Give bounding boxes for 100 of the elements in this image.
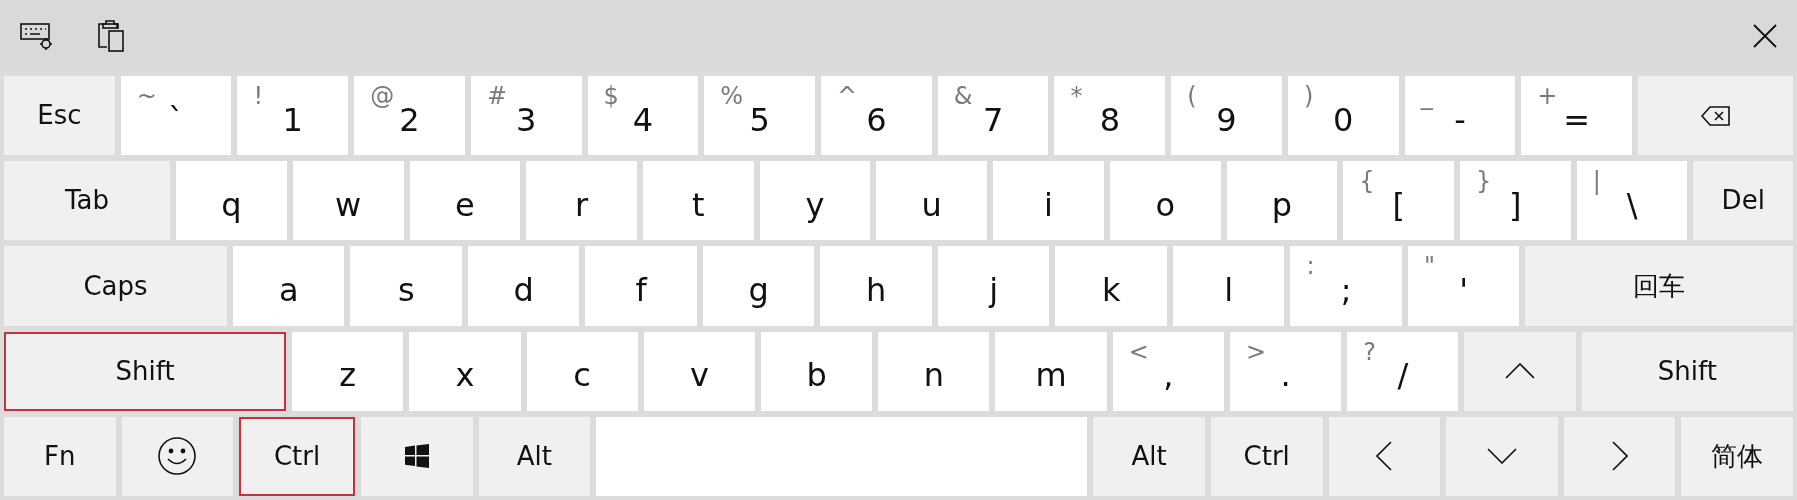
key[interactable]: 简体 (1681, 416, 1793, 496)
key-character: 1 (282, 99, 303, 136)
key-character: u (921, 184, 942, 221)
key[interactable]: + = (1521, 76, 1633, 156)
key[interactable]: Shift (4, 331, 287, 411)
key[interactable]: b (761, 331, 873, 411)
key[interactable]: ~ ` (120, 76, 232, 156)
chevron-up-icon (1505, 363, 1536, 380)
shift-character: | (1592, 169, 1601, 194)
key[interactable]: p (1226, 161, 1338, 241)
key[interactable]: @ 2 (354, 76, 465, 156)
key[interactable]: x (409, 331, 521, 411)
key[interactable]: w (292, 161, 404, 241)
shift-character: : (1306, 254, 1315, 279)
shift-character: % (720, 84, 744, 108)
key[interactable]: Alt (478, 416, 591, 496)
key-character: 3 (516, 99, 537, 136)
key[interactable]: ? / (1347, 331, 1459, 411)
key[interactable]: z (292, 331, 404, 411)
key-character: s (397, 270, 415, 306)
key[interactable]: Fn (4, 416, 116, 496)
key[interactable]: n (878, 331, 990, 411)
key[interactable]: k (1055, 246, 1167, 326)
key-character: 8 (1099, 99, 1120, 136)
key-character: f (635, 270, 647, 306)
key[interactable]: c (526, 331, 638, 411)
key[interactable]: ! 1 (237, 76, 349, 156)
key-character: h (866, 270, 887, 306)
key-character: 0 (1333, 99, 1354, 136)
key[interactable]: Ctrl (1210, 416, 1323, 496)
key[interactable]: y (759, 161, 871, 241)
key[interactable]: d (468, 246, 580, 326)
key[interactable]: ^ 6 (821, 76, 932, 156)
key[interactable]: a (233, 246, 345, 326)
shift-character: _ (1420, 84, 1433, 108)
key[interactable]: Caps (4, 246, 227, 326)
key-character: 5 (749, 99, 770, 136)
key[interactable]: s (350, 246, 462, 326)
key[interactable]: j (938, 246, 1050, 326)
key-character: 4 (632, 99, 654, 136)
key[interactable]: _ - (1404, 76, 1516, 156)
key[interactable]: r (526, 161, 637, 241)
close-icon (1753, 24, 1777, 48)
key-character: ; (1340, 270, 1352, 306)
key-character: a (278, 270, 299, 306)
key[interactable]: m (995, 331, 1107, 411)
key[interactable]: h (820, 246, 932, 326)
key-character: - (1454, 99, 1466, 136)
shift-character: ( (1187, 84, 1197, 108)
key[interactable]: g (703, 246, 815, 326)
key[interactable]: | \ (1576, 161, 1688, 241)
smiley-icon (157, 436, 198, 477)
key[interactable]: e (409, 161, 521, 241)
close-button[interactable] (1753, 24, 1777, 48)
key[interactable]: o (1109, 161, 1221, 241)
key-character: 2 (399, 99, 420, 136)
keyboard-settings-button[interactable] (20, 21, 54, 51)
key[interactable]: & 7 (937, 76, 1049, 156)
key-character: [ (1392, 184, 1405, 221)
shift-character: { (1359, 169, 1375, 194)
key[interactable]: % 5 (704, 76, 816, 156)
key[interactable]: l (1173, 246, 1285, 326)
key[interactable]: > . (1229, 331, 1342, 411)
key[interactable]: Ctrl (239, 416, 355, 496)
key[interactable]: 回车 (1525, 246, 1794, 326)
shift-character: ^ (837, 84, 858, 108)
key[interactable]: f (585, 246, 697, 326)
key[interactable] (360, 416, 473, 496)
space-bar[interactable] (596, 416, 1088, 496)
key[interactable]: } ] (1460, 161, 1571, 241)
key[interactable]: * 8 (1054, 76, 1166, 156)
key-character: ] (1509, 184, 1522, 221)
key[interactable]: { [ (1343, 161, 1454, 241)
key[interactable] (121, 416, 234, 496)
key[interactable]: Del (1693, 161, 1794, 241)
key[interactable]: i (993, 161, 1104, 241)
key[interactable]: u (876, 161, 988, 241)
key[interactable]: $ 4 (587, 76, 699, 156)
shift-character: # (486, 84, 507, 108)
key[interactable]: q (176, 161, 287, 241)
key[interactable]: : ; (1290, 246, 1402, 326)
key[interactable]: Tab (4, 161, 171, 241)
key-character: 6 (866, 99, 887, 136)
shift-character: < (1128, 339, 1149, 364)
key[interactable]: # 3 (470, 76, 582, 156)
key[interactable]: t (642, 161, 754, 241)
key-character: i (1044, 184, 1053, 221)
clipboard-button[interactable] (96, 19, 126, 53)
shift-character: ! (253, 84, 264, 108)
key[interactable]: v (643, 331, 755, 411)
key[interactable]: Alt (1093, 416, 1205, 496)
key[interactable]: " ' (1408, 246, 1520, 326)
shift-character: ? (1363, 339, 1376, 364)
key[interactable]: < , (1112, 331, 1224, 411)
key[interactable]: ) 0 (1287, 76, 1399, 156)
key[interactable]: Shift (1581, 331, 1793, 411)
shift-character: " (1424, 254, 1436, 279)
key[interactable]: Esc (4, 76, 115, 156)
key[interactable]: ( 9 (1171, 76, 1282, 156)
key-character: ' (1459, 270, 1469, 306)
